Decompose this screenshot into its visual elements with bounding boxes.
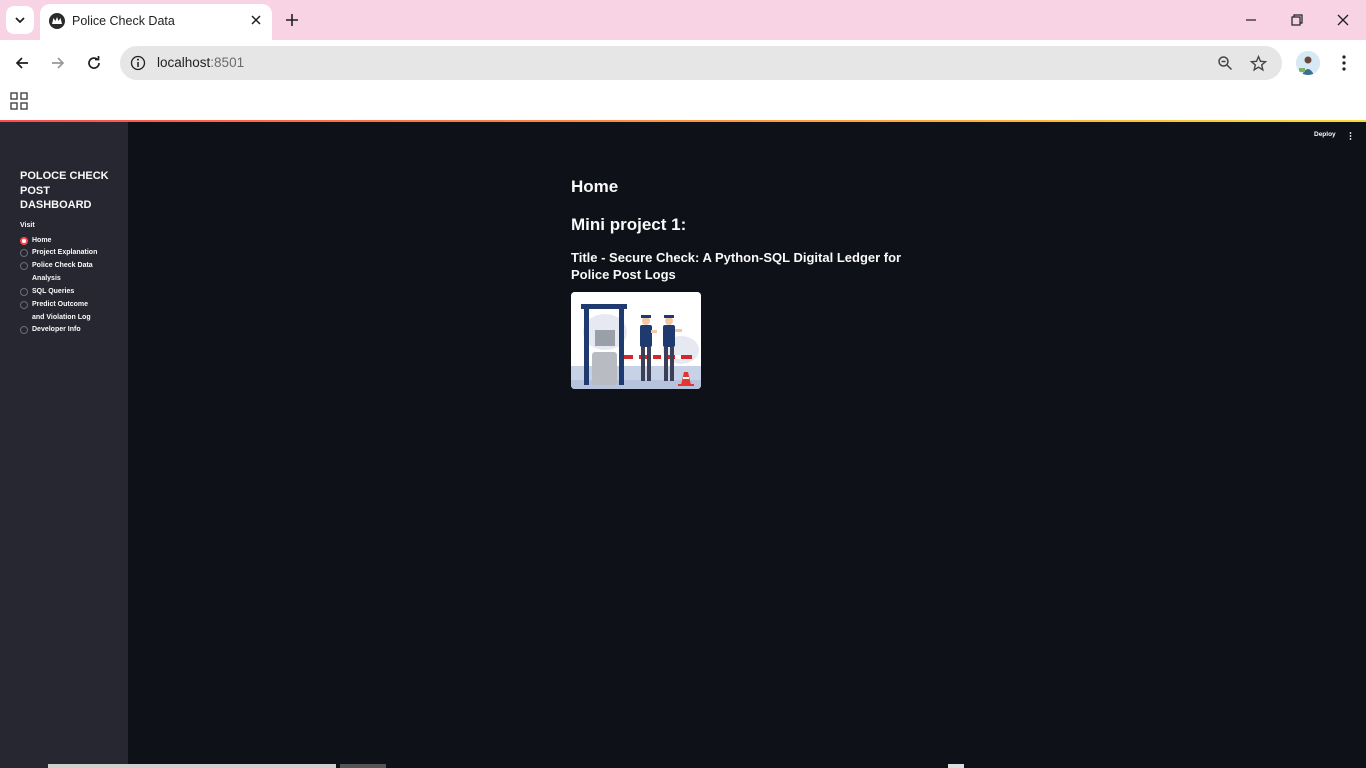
url-text[interactable]: localhost:8501 <box>157 55 244 70</box>
close-window-button[interactable] <box>1329 6 1357 34</box>
radio-button[interactable] <box>20 326 28 334</box>
browser-menu-icon[interactable] <box>1332 51 1356 75</box>
radio-button[interactable] <box>20 249 28 257</box>
profile-avatar[interactable] <box>1296 51 1320 75</box>
radio-option-predict-outcome[interactable]: Predict Outcome and Violation Log <box>20 299 94 324</box>
radio-button[interactable] <box>20 288 28 296</box>
bookmark-star-icon[interactable] <box>1248 53 1268 73</box>
url-host: localhost <box>157 55 211 70</box>
close-icon <box>1337 14 1349 26</box>
taskbar-fragment <box>340 764 386 768</box>
url-port: :8501 <box>210 55 245 70</box>
chevron-down-icon <box>15 17 25 24</box>
page-heading: Home <box>571 177 619 196</box>
forward-button[interactable] <box>44 49 72 77</box>
page-subheading: Mini project 1: <box>571 215 687 234</box>
radio-button[interactable] <box>20 262 28 270</box>
zoom-icon[interactable] <box>1215 53 1235 73</box>
radio-option-label: Home <box>32 237 52 244</box>
back-button[interactable] <box>8 49 36 77</box>
radio-option-label: Police Check Data Analysis <box>32 262 93 282</box>
tab-title: Police Check Data <box>72 14 175 28</box>
radio-option-label: Developer Info <box>32 326 81 333</box>
taskbar-fragment <box>948 764 964 768</box>
browser-toolbar: localhost:8501 <box>0 40 1366 86</box>
main-menu-icon[interactable] <box>1346 131 1354 141</box>
radio-option-label: SQL Queries <box>32 288 75 295</box>
sidebar: POLOCE CHECK POST DASHBOARD Visit Home P… <box>0 122 128 768</box>
radio-option-label: Project Explanation <box>32 249 98 256</box>
taskbar-fragment <box>48 764 336 768</box>
minimize-icon <box>1246 19 1256 21</box>
reload-button[interactable] <box>80 49 108 77</box>
site-info-icon[interactable] <box>129 54 147 72</box>
restore-icon <box>1291 14 1303 26</box>
arrow-right-icon <box>52 57 65 69</box>
radio-option-label: Predict Outcome and Violation Log <box>32 301 91 321</box>
streamlit-app: POLOCE CHECK POST DASHBOARD Visit Home P… <box>0 122 1366 768</box>
new-tab-button[interactable] <box>280 8 304 32</box>
address-bar[interactable]: localhost:8501 <box>120 46 1282 80</box>
browser-tab-strip: Police Check Data <box>0 0 1366 40</box>
plus-icon <box>286 14 298 26</box>
radio-option-developer-info[interactable]: Developer Info <box>20 324 104 337</box>
minimize-button[interactable] <box>1237 6 1265 34</box>
streamlit-favicon-icon <box>49 13 65 29</box>
tab-close-icon[interactable] <box>248 12 264 28</box>
radio-option-sql-queries[interactable]: SQL Queries <box>20 286 104 299</box>
radio-option-project-explanation[interactable]: Project Explanation <box>20 247 112 260</box>
sidebar-title: POLOCE CHECK POST DASHBOARD <box>20 170 109 211</box>
radio-button-checked[interactable] <box>20 237 28 245</box>
radio-option-home[interactable]: Home <box>20 235 104 248</box>
police-checkpoint-illustration <box>571 292 701 389</box>
project-title: Title - Secure Check: A Python-SQL Digit… <box>571 250 902 282</box>
radio-option-police-check-data-analysis[interactable]: Police Check Data Analysis <box>20 260 98 285</box>
reload-icon <box>88 56 100 69</box>
deploy-button[interactable]: Deploy <box>1314 131 1336 138</box>
bookmarks-bar <box>0 86 1366 120</box>
tab-search-button[interactable] <box>6 6 34 34</box>
radio-button[interactable] <box>20 301 28 309</box>
apps-grid-icon[interactable] <box>10 92 30 112</box>
restore-button[interactable] <box>1283 6 1311 34</box>
browser-tab-active[interactable]: Police Check Data <box>40 4 272 40</box>
arrow-left-icon <box>15 57 28 69</box>
radio-group-label: Visit <box>20 222 35 229</box>
